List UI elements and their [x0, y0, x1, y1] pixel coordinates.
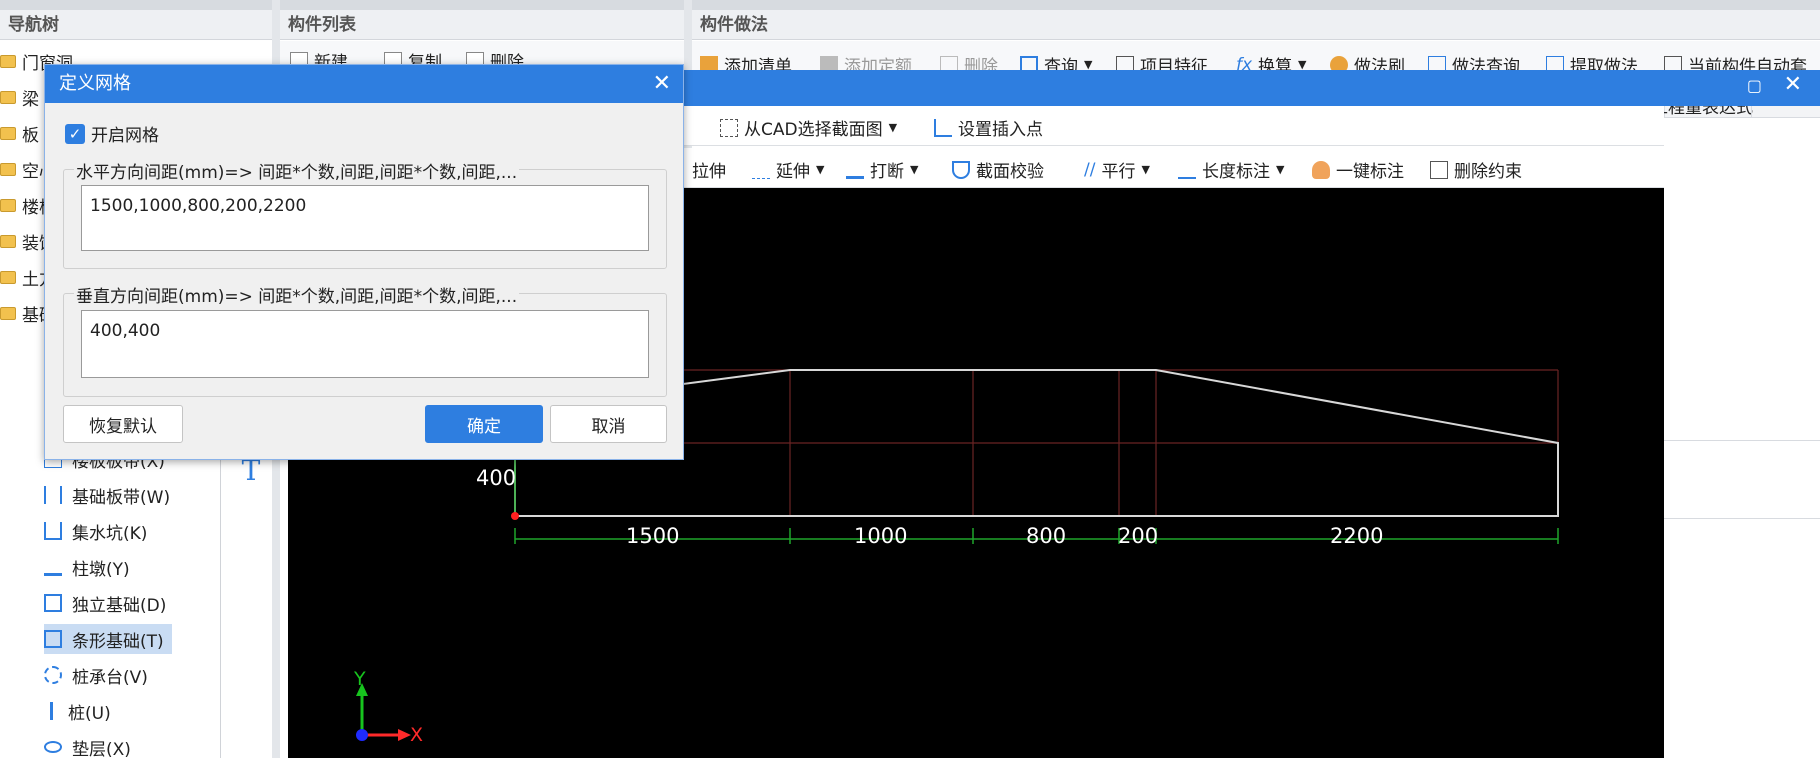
origin-marker	[356, 729, 368, 741]
folder-icon	[0, 234, 16, 248]
table-line	[1664, 518, 1820, 519]
axis-indicator	[356, 683, 411, 741]
folder-icon	[0, 198, 16, 212]
sump-pit-icon	[44, 522, 62, 540]
dim-label-1000: 1000	[854, 524, 908, 548]
folder-icon	[0, 270, 16, 284]
dialog-close-icon[interactable]: ✕	[653, 65, 671, 103]
hand-pointer-icon	[1312, 160, 1330, 179]
enable-grid-checkbox[interactable]: ✓ 开启网格	[65, 121, 159, 146]
cushion-icon	[44, 741, 62, 753]
strip-footing-icon	[44, 630, 62, 648]
table-line	[1664, 440, 1820, 441]
isolated-footing-icon	[44, 594, 62, 612]
checkbox-checked-icon: ✓	[65, 123, 85, 144]
extend-button[interactable]: 延伸 ▼	[752, 157, 824, 182]
length-dim-icon	[1178, 161, 1196, 179]
tree-item-sump-pit[interactable]: 集水坑(K)	[44, 516, 147, 546]
axis-x-label: X	[410, 724, 424, 746]
insert-point-marker	[511, 512, 519, 520]
dim-label-2200: 2200	[1330, 524, 1384, 548]
tree-item-pile[interactable]: 桩(U)	[44, 696, 111, 726]
component-list-header: 构件列表	[280, 10, 684, 40]
nav-item-slab[interactable]: 板	[0, 118, 39, 148]
nav-tree-title: 导航树	[8, 15, 59, 35]
shield-check-icon	[952, 160, 970, 179]
ok-button[interactable]: 确定	[425, 405, 543, 443]
folder-icon	[0, 126, 16, 140]
dialog-title: 定义网格	[59, 73, 131, 94]
nav-item-beam[interactable]: 梁	[0, 82, 39, 112]
nav-tree-header: 导航树	[0, 10, 272, 40]
cad-select-button[interactable]: 从CAD选择截面图 ▼	[720, 115, 897, 140]
delete-constraint-icon	[1430, 160, 1448, 179]
horizontal-spacing-field[interactable]: 1500,1000,800,200,2200	[81, 185, 649, 251]
pile-cap-icon	[44, 666, 62, 684]
tree-item-pile-cap[interactable]: 桩承台(V)	[44, 660, 148, 690]
folder-icon	[0, 306, 16, 320]
pile-icon	[50, 702, 58, 720]
insert-point-icon	[934, 118, 952, 137]
cancel-button[interactable]: 取消	[550, 405, 667, 443]
axis-y-label: Y	[354, 668, 366, 690]
parallel-button[interactable]: //平行 ▼	[1084, 157, 1150, 183]
break-button[interactable]: 打断 ▼	[846, 157, 918, 182]
editor-window-titlebar: ▢ ✕	[684, 70, 1820, 106]
component-method-title: 构件做法	[700, 15, 768, 35]
close-icon[interactable]: ✕	[1784, 72, 1802, 97]
tree-item-foundation-strip[interactable]: 基础板带(W)	[44, 480, 170, 510]
tree-item-column-pier[interactable]: 柱墩(Y)	[44, 552, 130, 582]
folder-icon	[0, 162, 16, 176]
set-insert-point-button[interactable]: 设置插入点	[934, 115, 1043, 140]
cad-section-icon	[720, 118, 738, 137]
dim-label-1500: 1500	[626, 524, 680, 548]
section-check-button[interactable]: 截面校验	[952, 157, 1044, 182]
restore-default-button[interactable]: 恢复默认	[63, 405, 183, 443]
horizontal-spacing-legend: 水平方向间距(mm)=> 间距*个数,间距,间距*个数,间距,...	[74, 158, 520, 183]
enable-grid-label: 开启网格	[91, 126, 159, 146]
folder-icon	[0, 54, 16, 68]
maximize-icon[interactable]: ▢	[1747, 76, 1762, 95]
dim-label-200: 200	[1118, 524, 1159, 548]
length-dim-button[interactable]: 长度标注 ▼	[1178, 157, 1284, 182]
foundation-strip-icon	[44, 486, 62, 504]
component-method-header: 构件做法	[692, 10, 1820, 40]
tree-item-strip-footing[interactable]: 条形基础(T)	[44, 624, 172, 654]
component-list-title: 构件列表	[288, 15, 356, 35]
extend-icon	[752, 161, 770, 179]
parallel-icon: //	[1084, 159, 1096, 180]
vertical-spacing-field[interactable]: 400,400	[81, 310, 649, 378]
column-pier-icon	[44, 558, 62, 576]
dim-label-800: 800	[1026, 524, 1067, 548]
break-icon	[846, 161, 864, 179]
dim-label-400: 400	[476, 466, 517, 490]
delete-constraint-button[interactable]: 删除约束	[1430, 157, 1522, 182]
folder-icon	[0, 90, 16, 104]
dialog-titlebar[interactable]: 定义网格 ✕	[45, 65, 683, 103]
one-key-dim-button[interactable]: 一键标注	[1312, 157, 1404, 182]
vertical-spacing-legend: 垂直方向间距(mm)=> 间距*个数,间距,间距*个数,间距,...	[74, 282, 520, 307]
tree-item-isolated-footing[interactable]: 独立基础(D)	[44, 588, 166, 618]
define-grid-dialog: 定义网格 ✕ ✓ 开启网格 水平方向间距(mm)=> 间距*个数,间距,间距*个…	[44, 64, 684, 460]
nav-divider	[220, 440, 221, 758]
